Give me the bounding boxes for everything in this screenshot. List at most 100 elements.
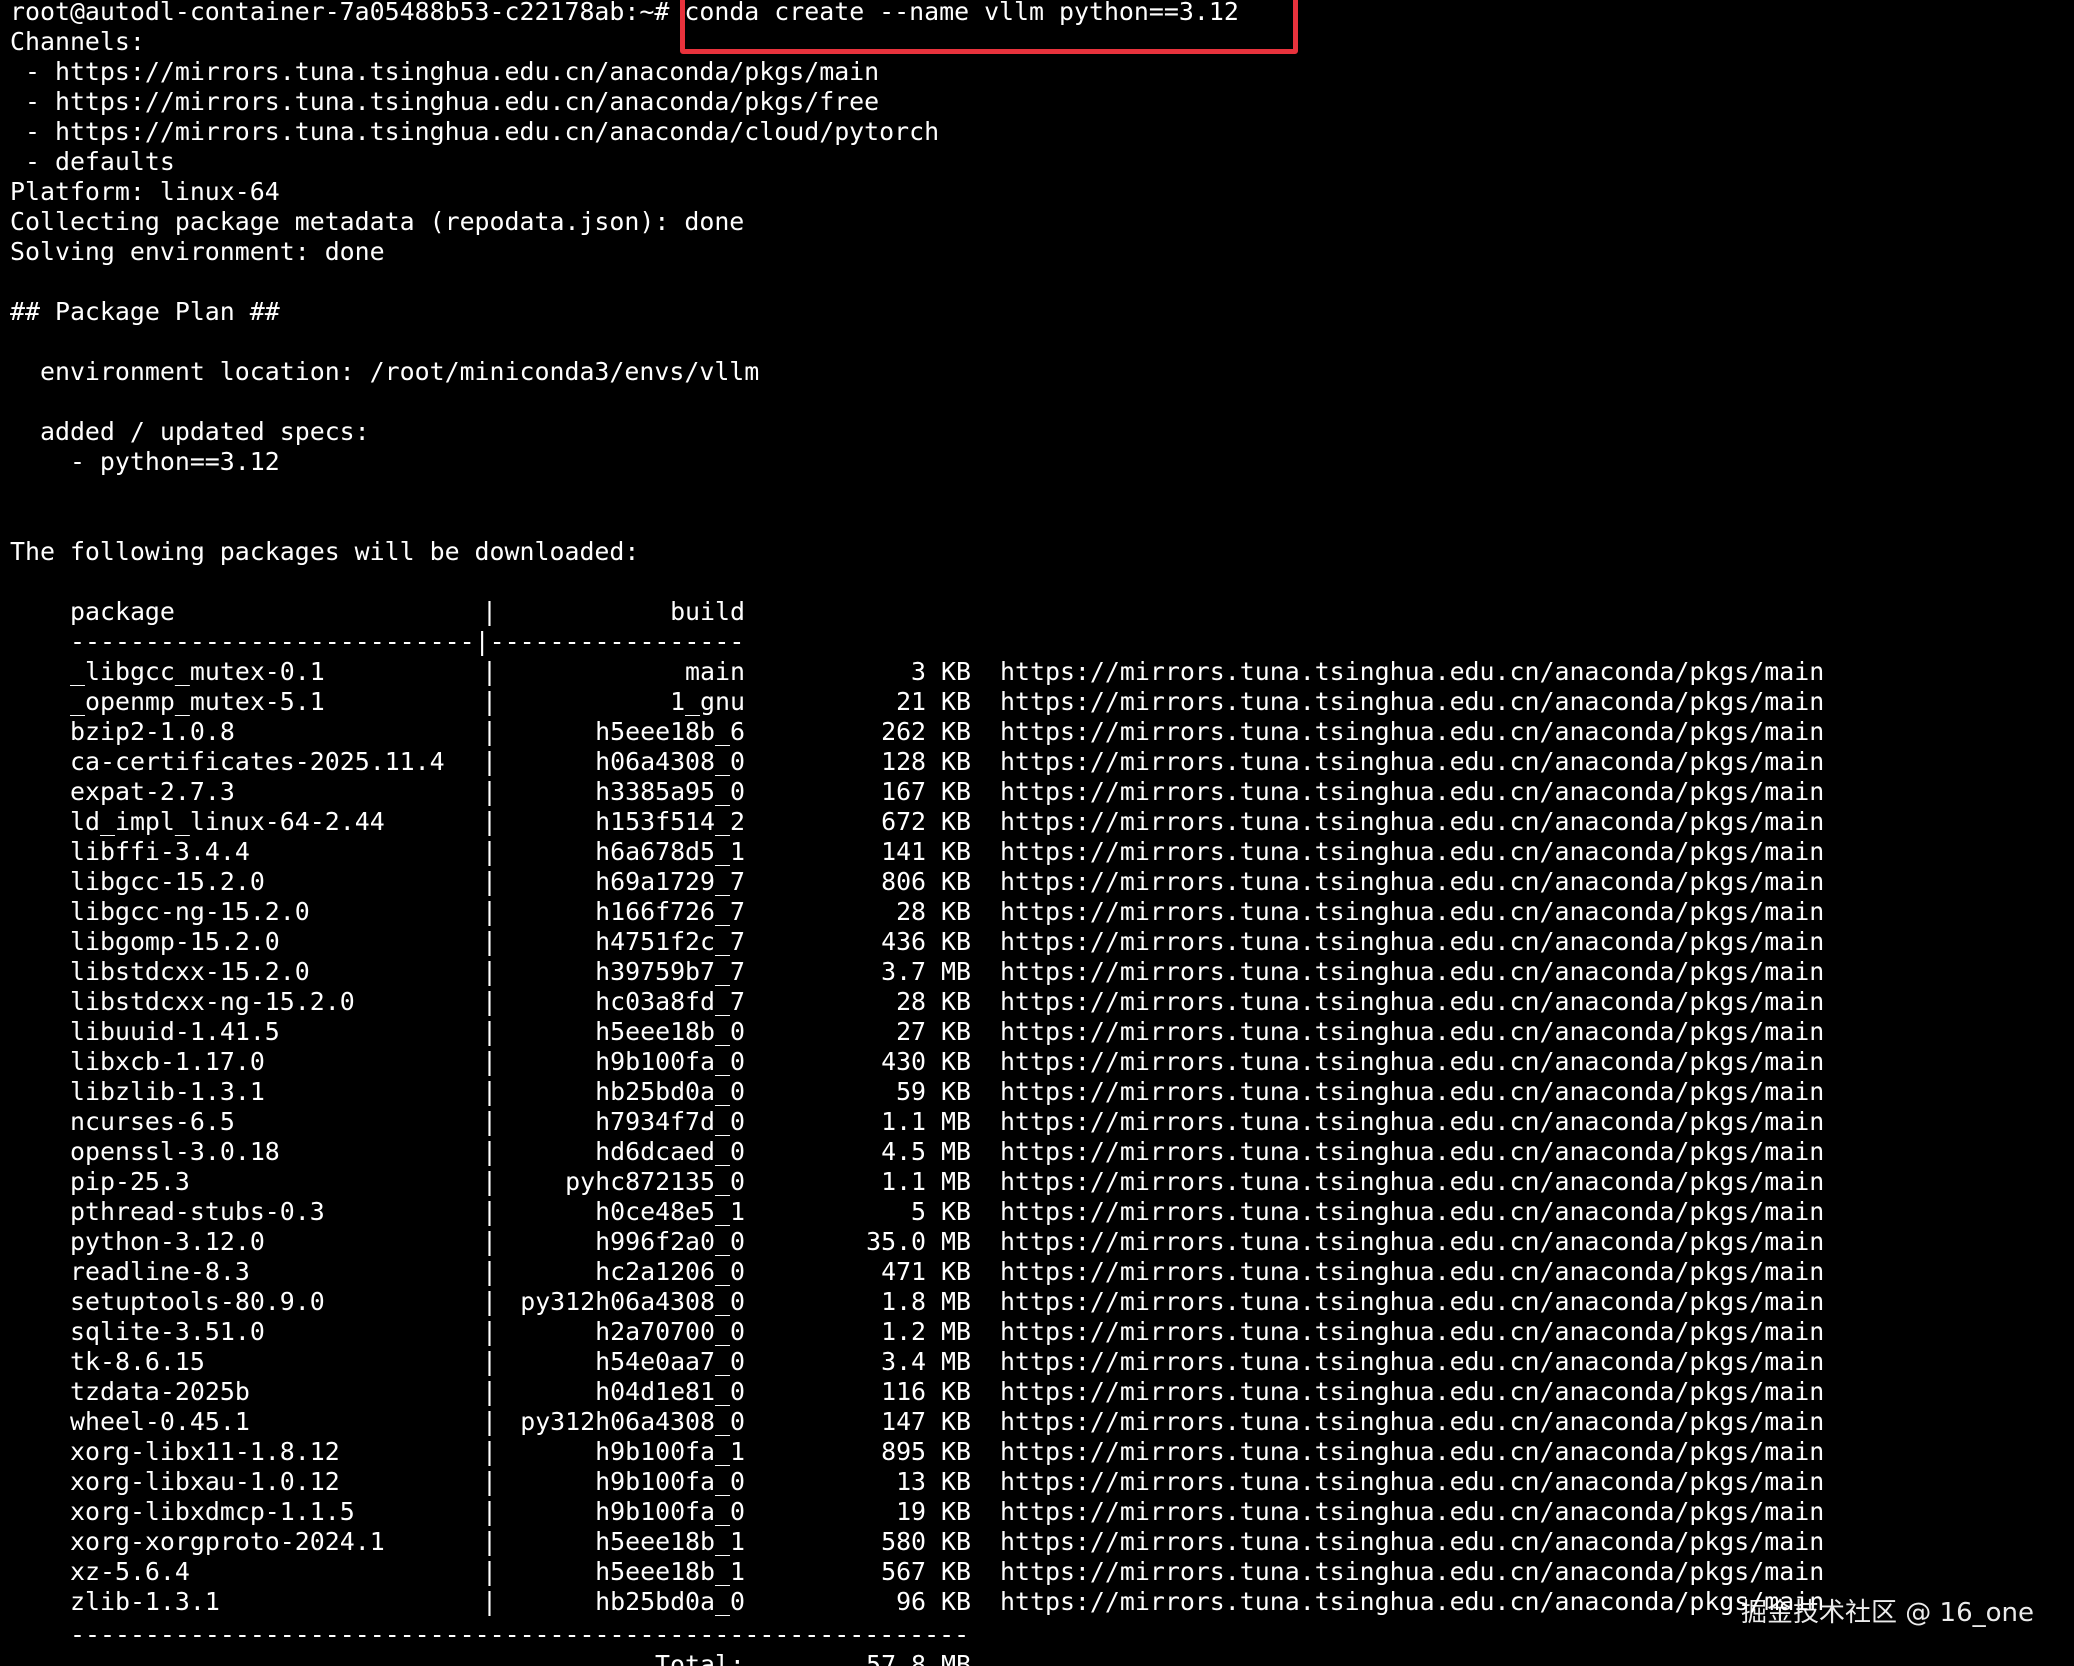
row-size: 806 KB (881, 867, 971, 896)
row-package: tk-8.6.15 (70, 1347, 205, 1376)
row-size: 13 KB (896, 1467, 971, 1496)
row-channel: https://mirrors.tuna.tsinghua.edu.cn/ana… (1000, 987, 1825, 1016)
row-size: 262 KB (881, 717, 971, 746)
row-build: h9b100fa_0 (595, 1047, 745, 1076)
row-separator: | (482, 1257, 497, 1286)
row-package: pthread-stubs-0.3 (70, 1197, 325, 1226)
row-build: h166f726_7 (595, 897, 745, 926)
row-channel: https://mirrors.tuna.tsinghua.edu.cn/ana… (1000, 867, 1825, 896)
row-channel: https://mirrors.tuna.tsinghua.edu.cn/ana… (1000, 1077, 1825, 1106)
row-size: 3 KB (911, 657, 971, 686)
row-package: xorg-libxdmcp-1.1.5 (70, 1497, 355, 1526)
row-channel: https://mirrors.tuna.tsinghua.edu.cn/ana… (1000, 897, 1825, 926)
row-separator: | (482, 1287, 497, 1316)
row-size: 580 KB (881, 1527, 971, 1556)
row-separator: | (482, 837, 497, 866)
row-channel: https://mirrors.tuna.tsinghua.edu.cn/ana… (1000, 837, 1825, 866)
row-separator: | (482, 777, 497, 806)
row-build: h2a70700_0 (595, 1317, 745, 1346)
row-channel: https://mirrors.tuna.tsinghua.edu.cn/ana… (1000, 1557, 1825, 1586)
output-line: - https://mirrors.tuna.tsinghua.edu.cn/a… (10, 87, 880, 116)
row-separator: | (482, 1467, 497, 1496)
row-separator: | (482, 1047, 497, 1076)
row-size: 3.7 MB (881, 957, 971, 986)
table-header-separator: | (482, 597, 497, 626)
output-line: Platform: linux-64 (10, 177, 280, 206)
row-package: libzlib-1.3.1 (70, 1077, 265, 1106)
row-package: bzip2-1.0.8 (70, 717, 235, 746)
row-package: libstdcxx-15.2.0 (70, 957, 310, 986)
row-package: _openmp_mutex-5.1 (70, 687, 325, 716)
terminal-window[interactable]: root@autodl-container-7a05488b53-c22178a… (0, 0, 2074, 1666)
row-channel: https://mirrors.tuna.tsinghua.edu.cn/ana… (1000, 1407, 1825, 1436)
row-package: libuuid-1.41.5 (70, 1017, 280, 1046)
row-package: libgcc-15.2.0 (70, 867, 265, 896)
row-build: h3385a95_0 (595, 777, 745, 806)
row-channel: https://mirrors.tuna.tsinghua.edu.cn/ana… (1000, 687, 1825, 716)
row-package: xorg-libx11-1.8.12 (70, 1437, 340, 1466)
row-separator: | (482, 1167, 497, 1196)
row-package: libffi-3.4.4 (70, 837, 250, 866)
row-size: 141 KB (881, 837, 971, 866)
row-package: xorg-libxau-1.0.12 (70, 1467, 340, 1496)
row-separator: | (482, 927, 497, 956)
row-channel: https://mirrors.tuna.tsinghua.edu.cn/ana… (1000, 1107, 1825, 1136)
row-size: 471 KB (881, 1257, 971, 1286)
row-build: h0ce48e5_1 (595, 1197, 745, 1226)
row-size: 167 KB (881, 777, 971, 806)
row-build: h9b100fa_0 (595, 1497, 745, 1526)
row-package: setuptools-80.9.0 (70, 1287, 325, 1316)
table-rule: ---------------------------|------------… (70, 627, 745, 656)
row-separator: | (482, 687, 497, 716)
row-package: expat-2.7.3 (70, 777, 235, 806)
row-channel: https://mirrors.tuna.tsinghua.edu.cn/ana… (1000, 717, 1825, 746)
row-separator: | (482, 987, 497, 1016)
row-channel: https://mirrors.tuna.tsinghua.edu.cn/ana… (1000, 807, 1825, 836)
row-channel: https://mirrors.tuna.tsinghua.edu.cn/ana… (1000, 1377, 1825, 1406)
output-line: The following packages will be downloade… (10, 537, 640, 566)
row-build: h6a678d5_1 (595, 837, 745, 866)
row-size: 1.1 MB (881, 1107, 971, 1136)
row-build: h04d1e81_0 (595, 1377, 745, 1406)
row-package: readline-8.3 (70, 1257, 250, 1286)
row-separator: | (482, 1407, 497, 1436)
row-separator: | (482, 1317, 497, 1346)
row-separator: | (482, 1377, 497, 1406)
row-package: zlib-1.3.1 (70, 1587, 220, 1616)
row-build: h54e0aa7_0 (595, 1347, 745, 1376)
row-size: 1.1 MB (881, 1167, 971, 1196)
row-separator: | (482, 1137, 497, 1166)
row-channel: https://mirrors.tuna.tsinghua.edu.cn/ana… (1000, 1587, 1825, 1616)
row-package: pip-25.3 (70, 1167, 190, 1196)
row-channel: https://mirrors.tuna.tsinghua.edu.cn/ana… (1000, 1137, 1825, 1166)
row-build: h9b100fa_1 (595, 1437, 745, 1466)
row-build: hb25bd0a_0 (595, 1077, 745, 1106)
row-package: wheel-0.45.1 (70, 1407, 250, 1436)
row-package: libgcc-ng-15.2.0 (70, 897, 310, 926)
row-build: hb25bd0a_0 (595, 1587, 745, 1616)
prompt-user-host: root@autodl-container-7a05488b53-c22178a… (10, 0, 670, 26)
row-size: 19 KB (896, 1497, 971, 1526)
row-separator: | (482, 957, 497, 986)
row-separator: | (482, 1497, 497, 1526)
row-build: h5eee18b_0 (595, 1017, 745, 1046)
row-build: py312h06a4308_0 (520, 1287, 745, 1316)
row-channel: https://mirrors.tuna.tsinghua.edu.cn/ana… (1000, 777, 1825, 806)
row-package: xorg-xorgproto-2024.1 (70, 1527, 385, 1556)
row-channel: https://mirrors.tuna.tsinghua.edu.cn/ana… (1000, 1287, 1825, 1316)
row-build: py312h06a4308_0 (520, 1407, 745, 1436)
row-build: h06a4308_0 (595, 747, 745, 776)
table-header-package: package (70, 597, 175, 626)
row-build: hd6dcaed_0 (595, 1137, 745, 1166)
row-package: libstdcxx-ng-15.2.0 (70, 987, 355, 1016)
row-separator: | (482, 657, 497, 686)
row-separator: | (482, 897, 497, 926)
row-separator: | (482, 1077, 497, 1106)
row-separator: | (482, 1347, 497, 1376)
output-line: - https://mirrors.tuna.tsinghua.edu.cn/a… (10, 117, 940, 146)
row-package: libxcb-1.17.0 (70, 1047, 265, 1076)
row-channel: https://mirrors.tuna.tsinghua.edu.cn/ana… (1000, 1017, 1825, 1046)
row-size: 672 KB (881, 807, 971, 836)
row-size: 5 KB (911, 1197, 971, 1226)
row-build: hc03a8fd_7 (595, 987, 745, 1016)
